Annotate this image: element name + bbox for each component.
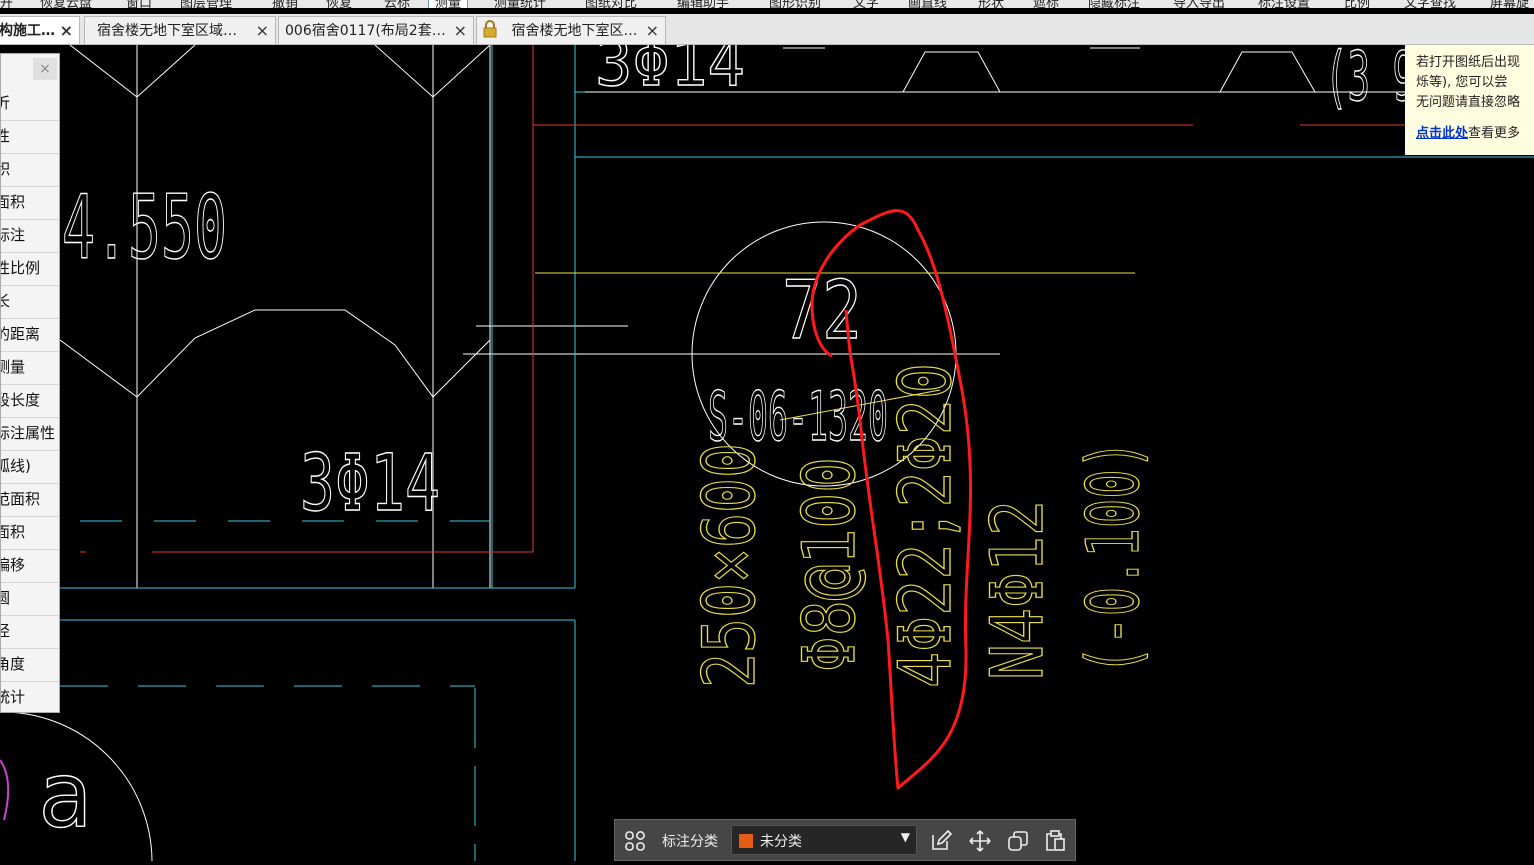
side-panel-item[interactable]: 径 <box>1 615 59 649</box>
copy-icon[interactable] <box>1006 829 1030 853</box>
level-label: 4.550 <box>62 176 227 279</box>
cad-canvas[interactable]: 4.550 3Φ14 3Φ14 (3 9 72 S-06-1320 a 250×… <box>0 26 1534 862</box>
tab-document-1[interactable]: 构施工… × <box>0 16 80 44</box>
tab-document-3[interactable]: 006宿舍0117(布局2套… × <box>278 16 474 44</box>
close-icon[interactable]: × <box>60 17 73 44</box>
side-panel-item[interactable]: 段长度 <box>1 384 59 418</box>
grid-letter: a <box>38 743 92 848</box>
tab-label: 宿舍楼无地下室区域… <box>97 23 237 39</box>
tab-document-2[interactable]: 宿舍楼无地下室区域… × <box>84 16 276 44</box>
side-panel-item[interactable]: 沂 <box>1 87 59 121</box>
paste-icon[interactable] <box>1043 829 1067 853</box>
toolbar-item[interactable]: 文字 <box>853 0 879 8</box>
side-panel-item[interactable]: 面积 <box>1 186 59 220</box>
side-panel-item[interactable]: 弧线) <box>1 450 59 484</box>
tab-label: 构施工… <box>0 23 55 39</box>
toolbar-item[interactable]: 隐藏标注 <box>1088 0 1140 8</box>
lock-icon <box>483 20 497 38</box>
toolbar-item[interactable]: 窗口 <box>126 0 152 8</box>
color-swatch <box>739 834 753 848</box>
annotation-category-select[interactable]: 未分类 ▼ <box>731 825 917 855</box>
side-panel-item[interactable]: 圆 <box>1 582 59 616</box>
annotation-category-label: 标注分类 <box>662 834 718 850</box>
toolbar-item[interactable]: 图纸对比 <box>585 0 637 8</box>
toolbar-item[interactable]: 标注设置 <box>1258 0 1310 8</box>
toolbar-item[interactable]: 导入导出 <box>1173 0 1225 8</box>
beam-size: 250×600 <box>687 443 771 688</box>
side-bars-spec: N4Φ12 <box>975 500 1059 680</box>
chevron-down-icon: ▼ <box>900 830 910 844</box>
toolbar-item[interactable]: 云标 <box>384 0 410 8</box>
side-panel-item[interactable]: 长 <box>1 285 59 319</box>
toolbar-item[interactable]: 编辑助手 <box>677 0 729 8</box>
toolbar-item[interactable]: 画直线 <box>908 0 947 8</box>
toolbar-item[interactable]: 遮标 <box>1033 0 1059 8</box>
toolbar-item[interactable]: 测量统计 <box>494 0 546 8</box>
document-tabs: 构施工… × 宿舍楼无地下室区域… × 006宿舍0117(布局2套… × 宿舍… <box>0 14 1534 45</box>
toolbar-item[interactable]: 屏幕旋 <box>1490 0 1529 8</box>
toolbar-item[interactable]: 文字查找 <box>1404 0 1456 8</box>
notice-link[interactable]: 点击此处 <box>1416 126 1468 141</box>
toolbar-item-active[interactable]: 测量 <box>428 0 469 8</box>
notice-popup: 若打开图纸后出现 烁等), 您可以尝 无问题请直接忽略 点击此处查看更多 <box>1405 45 1534 155</box>
measure-side-panel: × 沂 性 积 面积 标注 性比例 长 的距离 测量 段长度 标注属性 弧线) … <box>0 53 60 713</box>
close-icon[interactable]: × <box>256 17 269 44</box>
side-panel-item[interactable]: 标注属性 <box>1 417 59 451</box>
elevation-offset: (-0.100) <box>1071 440 1155 675</box>
toolbar-item[interactable]: 开 <box>0 0 13 8</box>
side-panel-item[interactable]: 性比例 <box>1 252 59 286</box>
partial-label-top-right: (3 9 <box>1325 45 1415 117</box>
side-panel-item[interactable]: 范面积 <box>1 483 59 517</box>
side-panel-item[interactable]: 积 <box>1 153 59 187</box>
close-icon[interactable]: × <box>646 17 659 44</box>
toolbar-item[interactable]: 图层管理 <box>180 0 232 8</box>
close-icon[interactable]: × <box>454 17 467 44</box>
side-panel-item[interactable]: 面积 <box>1 516 59 550</box>
side-panel-item[interactable]: 测量 <box>1 351 59 385</box>
cad-drawing[interactable]: 4.550 3Φ14 3Φ14 (3 9 72 S-06-1320 a 250×… <box>0 26 1534 862</box>
tab-label: 宿舍楼无地下室区… <box>511 23 638 39</box>
stirrup-spec: Φ8@100 <box>787 457 871 672</box>
side-panel-item[interactable]: 的距离 <box>1 318 59 352</box>
toolbar-item[interactable]: 图形识别 <box>769 0 821 8</box>
toolbar-item[interactable]: 比例 <box>1344 0 1370 8</box>
notice-link-suffix: 查看更多 <box>1468 126 1521 141</box>
top-bars-spec: 4Φ22;2Φ20 <box>883 363 967 688</box>
annotation-category-value: 未分类 <box>760 834 802 850</box>
side-panel-item[interactable]: 标注 <box>1 219 59 253</box>
notice-line: 烁等), 您可以尝 <box>1416 75 1508 90</box>
toolbar-item[interactable]: 撤销 <box>272 0 298 8</box>
side-panel-item[interactable]: 角度 <box>1 648 59 682</box>
close-button[interactable]: × <box>33 58 57 80</box>
tab-document-4[interactable]: 宿舍楼无地下室区… × <box>476 16 666 44</box>
rebar-label-top: 3Φ14 <box>595 45 745 101</box>
side-panel-item[interactable]: 统计 <box>1 681 59 712</box>
grid-icon[interactable] <box>623 829 647 853</box>
side-panel-item[interactable]: 偏移 <box>1 549 59 583</box>
side-panel-item[interactable]: 性 <box>1 120 59 154</box>
toolbar-item[interactable]: 恢复云盘 <box>40 0 92 8</box>
tab-label: 006宿舍0117(布局2套… <box>285 23 446 39</box>
toolbar-item[interactable]: 恢复 <box>326 0 352 8</box>
notice-line: 无问题请直接忽略 <box>1416 95 1521 110</box>
toolbar-item[interactable]: 形状 <box>978 0 1004 8</box>
edit-icon[interactable] <box>929 829 953 853</box>
move-icon[interactable] <box>968 829 992 853</box>
top-toolbar: 开 恢复云盘 窗口 图层管理 撤销 恢复 云标 测量 测量统计 图纸对比 编辑助… <box>0 0 1534 8</box>
rebar-label-left: 3Φ14 <box>300 439 440 529</box>
annotation-toolbar: 标注分类 未分类 ▼ <box>614 819 1076 861</box>
notice-line: 若打开图纸后出现 <box>1416 55 1521 70</box>
